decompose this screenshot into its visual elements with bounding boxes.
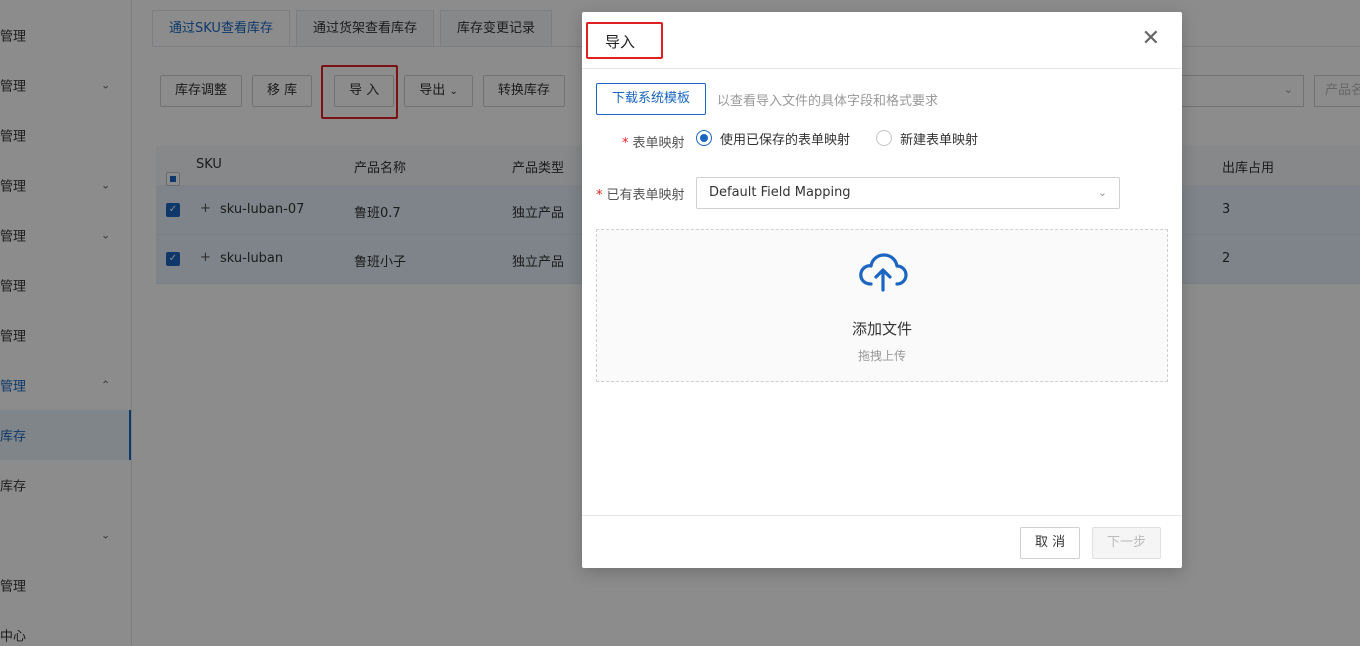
mapping-label-text: 表单映射 bbox=[632, 136, 685, 151]
mapping-label: * 表单映射 bbox=[622, 132, 685, 151]
file-dropzone[interactable]: 添加文件 拖拽上传 bbox=[596, 229, 1168, 382]
radio-saved-label[interactable]: 使用已保存的表单映射 bbox=[720, 129, 850, 148]
radio-new-label[interactable]: 新建表单映射 bbox=[900, 129, 978, 148]
radio-new-mapping[interactable] bbox=[876, 130, 892, 146]
existing-mapping-select[interactable]: Default Field Mapping ⌄ bbox=[696, 177, 1120, 209]
dialog-header: 导入 ✕ bbox=[582, 12, 1182, 69]
close-icon[interactable]: ✕ bbox=[1142, 26, 1160, 52]
existing-mapping-label: * 已有表单映射 bbox=[596, 184, 685, 203]
next-step-button[interactable]: 下一步 bbox=[1092, 527, 1162, 559]
existing-mapping-label-text: 已有表单映射 bbox=[606, 188, 685, 203]
cancel-button[interactable]: 取 消 bbox=[1020, 527, 1081, 559]
import-dialog: 导入 ✕ 下载系统模板 以查看导入文件的具体字段和格式要求 * 表单映射 使用已保… bbox=[582, 12, 1182, 568]
dropzone-subtitle: 拖拽上传 bbox=[857, 349, 906, 363]
radio-saved-mapping[interactable] bbox=[696, 130, 712, 146]
existing-mapping-value: Default Field Mapping bbox=[709, 185, 851, 200]
cloud-upload-icon bbox=[859, 253, 908, 292]
dropzone-title: 添加文件 bbox=[851, 320, 912, 338]
title-highlight-box bbox=[586, 22, 663, 59]
dialog-footer: 取 消 下一步 bbox=[582, 515, 1182, 568]
download-hint: 以查看导入文件的具体字段和格式要求 bbox=[717, 94, 939, 109]
required-mark: * bbox=[596, 188, 603, 203]
download-template-button[interactable]: 下载系统模板 bbox=[596, 83, 707, 115]
required-mark: * bbox=[622, 136, 629, 151]
chevron-down-icon: ⌄ bbox=[1097, 186, 1107, 199]
